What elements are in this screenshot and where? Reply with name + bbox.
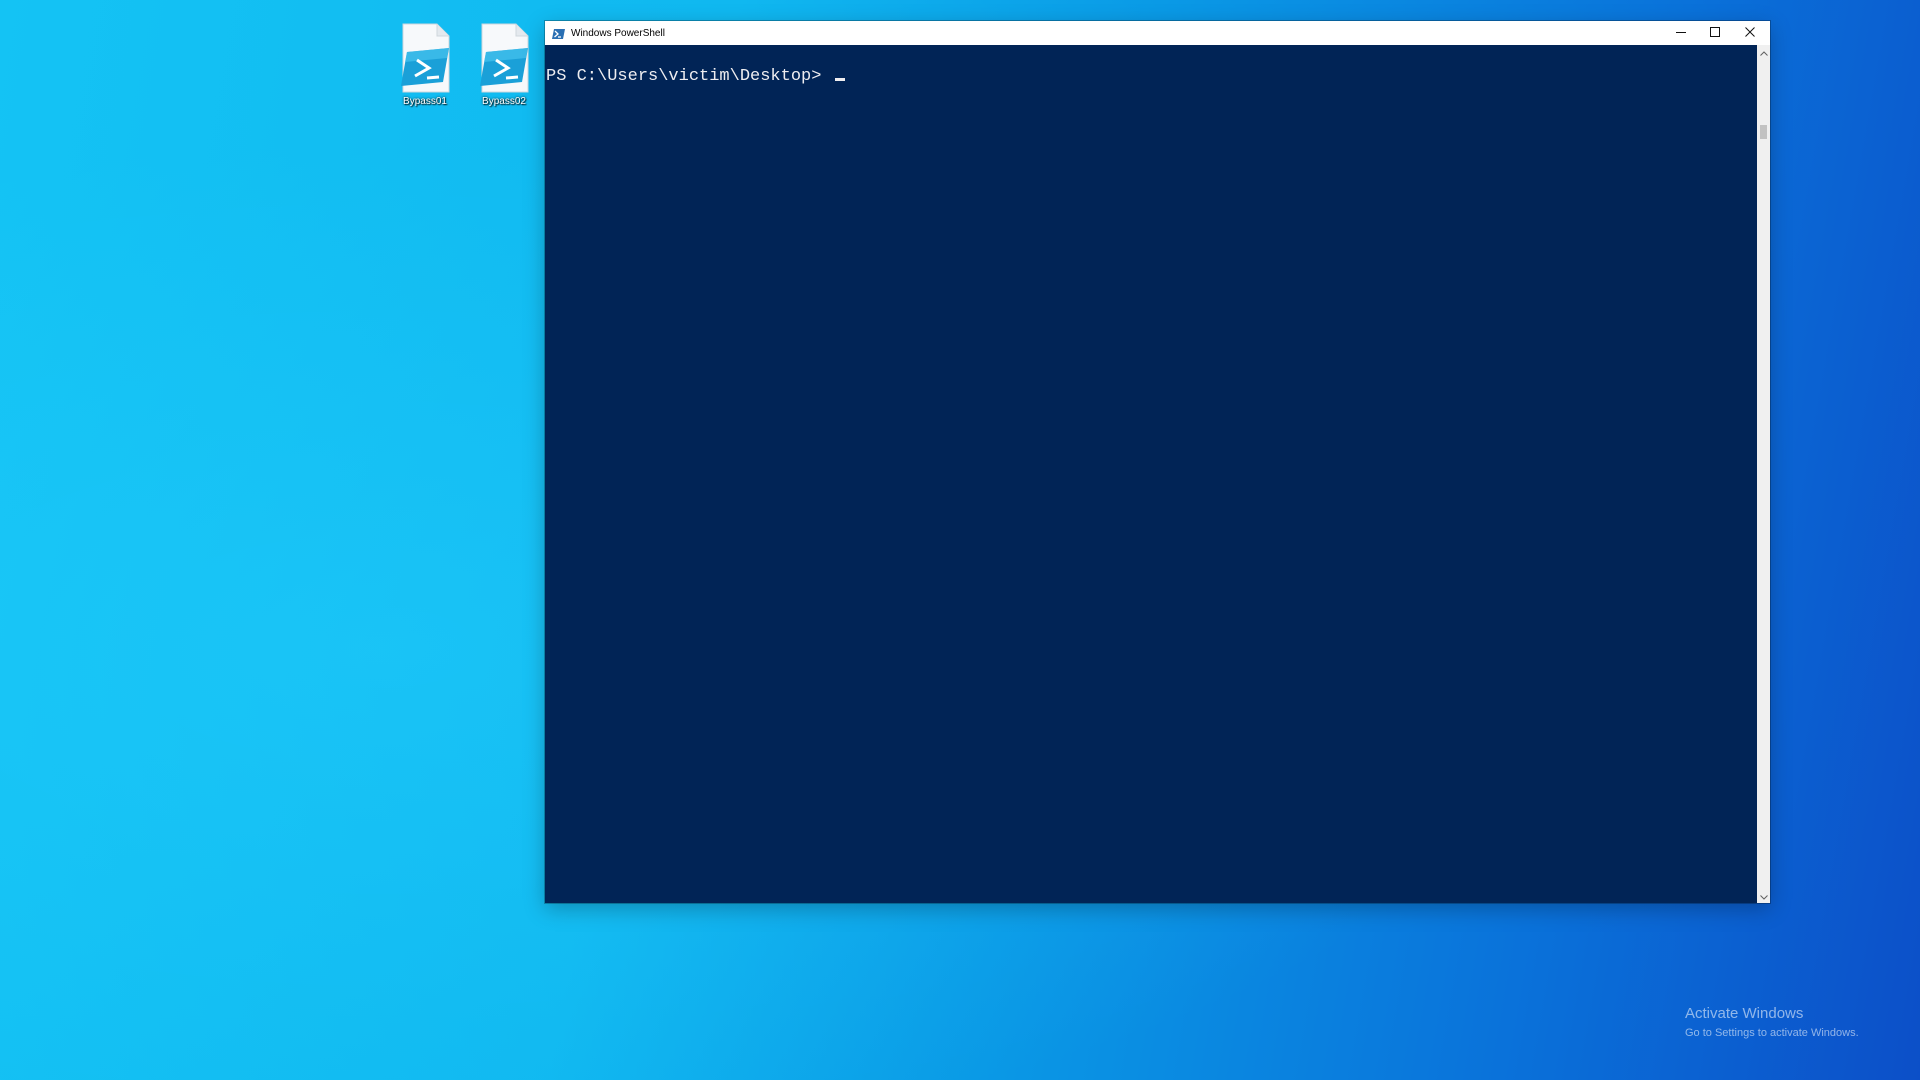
watermark-title: Activate Windows	[1685, 1005, 1804, 1022]
desktop-icon-label: Bypass01	[403, 96, 447, 107]
minimize-button[interactable]	[1664, 21, 1698, 45]
scroll-up-button[interactable]	[1757, 45, 1770, 59]
text-cursor	[834, 78, 845, 81]
minimize-icon	[1676, 26, 1686, 40]
close-icon	[1745, 26, 1755, 40]
maximize-button[interactable]	[1698, 21, 1732, 45]
powershell-icon	[552, 27, 565, 39]
chevron-down-icon	[1759, 887, 1768, 905]
powershell-script-file-icon	[397, 22, 453, 94]
close-button[interactable]	[1733, 21, 1767, 45]
terminal-console[interactable]: PS C:\Users\victim\Desktop>	[545, 45, 1757, 903]
window-titlebar[interactable]: Windows PowerShell	[545, 21, 1770, 45]
scroll-down-button[interactable]	[1757, 889, 1770, 903]
maximize-icon	[1710, 26, 1720, 40]
desktop-icon-bypass01[interactable]: Bypass01	[387, 22, 463, 118]
activation-watermark: Activate Windows Go to Settings to activ…	[1685, 1005, 1859, 1041]
powershell-window[interactable]: Windows PowerShell PS C:\Users\victim\De…	[545, 21, 1770, 903]
powershell-script-file-icon	[476, 22, 532, 94]
prompt-line: PS C:\Users\victim\Desktop>	[546, 66, 845, 88]
watermark-subtitle: Go to Settings to activate Windows.	[1685, 1027, 1859, 1039]
chevron-up-icon	[1759, 43, 1768, 61]
scrollbar-thumb[interactable]	[1760, 125, 1767, 139]
desktop-icon-bypass02[interactable]: Bypass02	[466, 22, 542, 118]
prompt-text: PS C:\Users\victim\Desktop>	[546, 67, 832, 86]
desktop-icon-label: Bypass02	[482, 96, 526, 107]
vertical-scrollbar[interactable]	[1757, 45, 1770, 903]
window-title: Windows PowerShell	[571, 27, 665, 39]
